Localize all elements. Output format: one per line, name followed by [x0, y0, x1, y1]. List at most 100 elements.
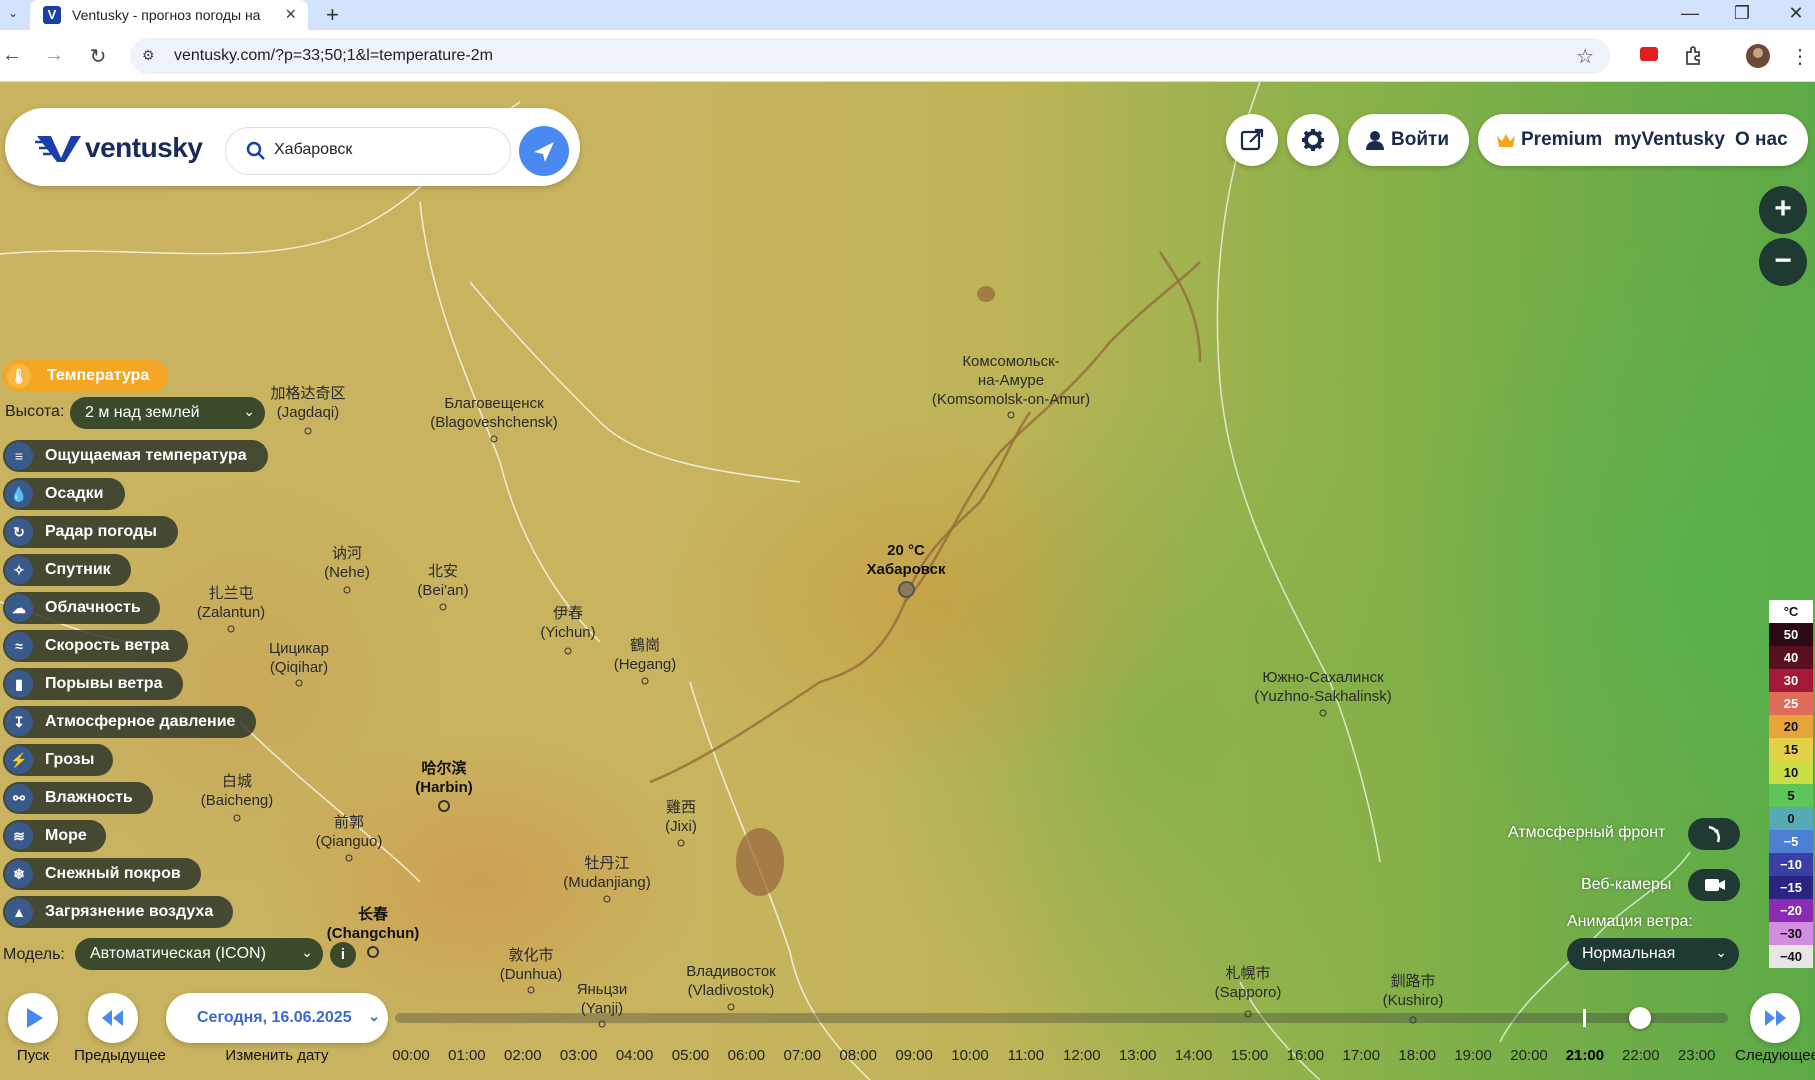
layer-wind-speed[interactable]: ≈ Скорость ветра — [3, 630, 188, 662]
layer-temperature-active[interactable]: 🌡 Температура — [3, 360, 168, 392]
minimize-icon[interactable]: — — [1680, 3, 1700, 24]
model-info-icon[interactable]: i — [330, 942, 356, 968]
city-dot[interactable] — [490, 435, 498, 443]
city-dot[interactable] — [564, 647, 572, 655]
timeline-track[interactable] — [395, 1013, 1728, 1023]
timeline-slider-handle[interactable] — [1629, 1007, 1651, 1029]
bookmark-star-icon[interactable]: ☆ — [1576, 44, 1594, 69]
timeline-hour[interactable]: 09:00 — [895, 1047, 933, 1064]
city-label[interactable]: 讷河 (Nehe) — [324, 544, 370, 582]
timeline-hour[interactable]: 04:00 — [616, 1047, 654, 1064]
layer-thunderstorms[interactable]: ⚡ Грозы — [3, 744, 113, 776]
timeline-hour[interactable]: 07:00 — [784, 1047, 822, 1064]
login-button[interactable]: Войти — [1348, 114, 1469, 166]
city-dot[interactable] — [1319, 709, 1327, 717]
layer-satellite[interactable]: ✧ Спутник — [3, 554, 131, 586]
new-tab-plus-icon[interactable]: + — [326, 2, 339, 28]
timeline-hour[interactable]: 06:00 — [728, 1047, 766, 1064]
extension-red-icon[interactable] — [1640, 47, 1658, 61]
city-label-major[interactable]: 哈尔滨 (Harbin) — [415, 759, 473, 797]
timeline-hour[interactable]: 20:00 — [1510, 1047, 1548, 1064]
ventusky-logo-icon[interactable] — [33, 132, 83, 164]
timeline-hour[interactable]: 03:00 — [560, 1047, 598, 1064]
extensions-puzzle-icon[interactable] — [1683, 45, 1705, 67]
city-dot[interactable] — [345, 854, 353, 862]
timeline-hour[interactable]: 14:00 — [1175, 1047, 1213, 1064]
restore-icon[interactable]: ❐ — [1732, 3, 1752, 24]
city-label[interactable]: 敦化市 (Dunhua) — [500, 946, 563, 984]
tab-list-chevron-icon[interactable]: ⌄ — [4, 6, 22, 24]
browser-menu-icon[interactable]: ⋮ — [1788, 44, 1812, 69]
timeline-hour[interactable]: 22:00 — [1622, 1047, 1660, 1064]
site-info-icon[interactable]: ⚙ — [142, 47, 155, 64]
city-label[interactable]: 雞西 (Jixi) — [665, 798, 697, 836]
city-dot[interactable] — [603, 895, 611, 903]
menu-premium[interactable]: Premium — [1521, 129, 1602, 151]
webcam-toggle[interactable] — [1688, 869, 1740, 901]
city-label[interactable]: 前郭 (Qianguo) — [316, 813, 383, 851]
city-dot[interactable] — [233, 814, 241, 822]
layer-precipitation[interactable]: 💧 Осадки — [3, 478, 125, 510]
city-dot[interactable] — [227, 625, 235, 633]
weather-front-toggle[interactable] — [1688, 818, 1740, 850]
timeline-hour[interactable]: 11:00 — [1008, 1047, 1044, 1064]
play-button[interactable] — [8, 993, 58, 1043]
layer-wind-gusts[interactable]: ▮ Порывы ветра — [3, 668, 183, 700]
timeline-hour[interactable]: 02:00 — [504, 1047, 542, 1064]
city-label[interactable]: Благовещенск (Blagoveshchensk) — [430, 394, 558, 432]
city-label[interactable]: 白城 (Baicheng) — [201, 772, 274, 810]
city-dot[interactable] — [343, 586, 351, 594]
layer-clouds[interactable]: ☁ Облачность — [3, 592, 160, 624]
city-dot[interactable] — [367, 946, 379, 958]
date-select[interactable]: Сегодня, 16.06.2025 ⌄ — [166, 993, 388, 1043]
layer-air-pollution[interactable]: ▲ Загрязнение воздуха — [3, 896, 233, 928]
timeline-hour[interactable]: 01:00 — [448, 1047, 486, 1064]
menu-about[interactable]: О нас — [1735, 129, 1788, 151]
height-select[interactable]: 2 м над землей ⌄ — [70, 397, 265, 429]
tab-close-icon[interactable]: × — [285, 4, 296, 25]
timeline-hour[interactable]: 15:00 — [1231, 1047, 1269, 1064]
browser-tab[interactable]: V Ventusky - прогноз погоды на × — [30, 0, 308, 30]
logo-text[interactable]: ventusky — [85, 132, 203, 164]
timeline-hour[interactable]: 19:00 — [1454, 1047, 1492, 1064]
zoom-out-button[interactable]: − — [1759, 238, 1807, 286]
share-button[interactable] — [1226, 114, 1278, 166]
layer-pressure[interactable]: ↧ Атмосферное давление — [3, 706, 256, 738]
city-dot[interactable] — [641, 677, 649, 685]
zoom-in-button[interactable]: + — [1759, 186, 1807, 234]
selected-location-marker[interactable] — [898, 581, 915, 598]
city-dot[interactable] — [438, 800, 450, 812]
forward-arrow-icon[interactable]: → — [42, 44, 66, 67]
city-dot[interactable] — [527, 986, 535, 994]
selected-location-label[interactable]: 20 °C Хабаровск — [867, 541, 946, 579]
layer-sea[interactable]: ≋ Море — [3, 820, 106, 852]
search-box[interactable] — [225, 127, 511, 175]
layer-humidity[interactable]: ⚯ Влажность — [3, 782, 153, 814]
city-label[interactable]: 牡丹江 (Mudanjiang) — [563, 854, 651, 892]
timeline-hour[interactable]: 05:00 — [672, 1047, 710, 1064]
city-label[interactable]: 札幌市 (Sapporo) — [1215, 964, 1282, 1002]
city-dot[interactable] — [304, 427, 312, 435]
city-dot[interactable] — [439, 603, 447, 611]
city-label[interactable]: Цицикар (Qiqihar) — [269, 639, 329, 677]
timeline-hour[interactable]: 12:00 — [1063, 1047, 1101, 1064]
timeline-hour[interactable]: 18:00 — [1398, 1047, 1436, 1064]
address-bar[interactable]: ⚙ ventusky.com/?p=33;50;1&l=temperature-… — [130, 38, 1610, 74]
city-label[interactable]: 釧路市 (Kushiro) — [1383, 972, 1444, 1010]
timeline-hour[interactable]: 23:00 — [1678, 1047, 1716, 1064]
timeline-hour[interactable]: 17:00 — [1343, 1047, 1381, 1064]
city-label[interactable]: Южно-Сахалинск (Yuzhno-Sakhalinsk) — [1254, 668, 1392, 706]
city-label[interactable]: 扎兰屯 (Zalantun) — [197, 584, 265, 622]
city-dot[interactable] — [1007, 411, 1015, 419]
city-label[interactable]: 鶴崗 (Hegang) — [614, 636, 677, 674]
reload-icon[interactable]: ↻ — [86, 44, 110, 69]
timeline-hour[interactable]: 10:00 — [951, 1047, 989, 1064]
model-select[interactable]: Автоматическая (ICON) ⌄ — [75, 938, 323, 970]
city-dot[interactable] — [727, 1003, 735, 1011]
next-button[interactable] — [1750, 993, 1800, 1043]
search-input[interactable] — [274, 141, 494, 159]
wind-animation-select[interactable]: Нормальная ⌄ — [1567, 938, 1739, 970]
menu-myventusky[interactable]: myVentusky — [1614, 129, 1725, 151]
locate-me-button[interactable] — [519, 126, 569, 176]
layer-snow-cover[interactable]: ❄ Снежный покров — [3, 858, 201, 890]
